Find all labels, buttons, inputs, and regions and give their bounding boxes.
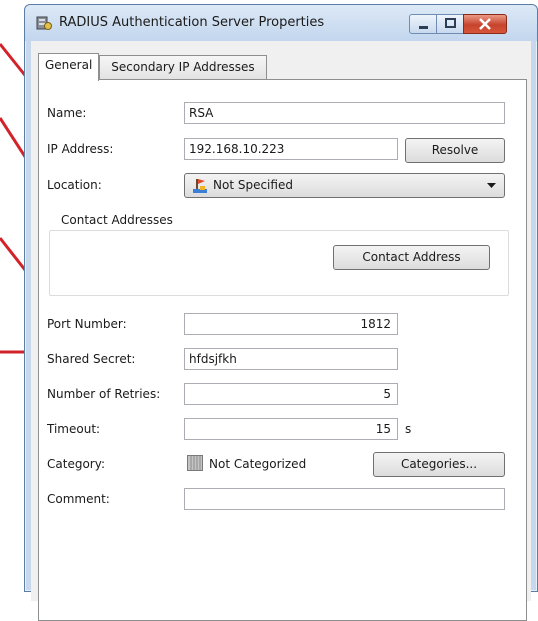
dialog-client-area: General Secondary IP Addresses Name: RSA…: [31, 41, 531, 621]
close-icon: [479, 18, 491, 30]
retries-label: Number of Retries:: [47, 387, 161, 401]
server-properties-icon: [36, 16, 52, 30]
general-tab-panel: Name: RSA IP Address: 192.168.10.223 Res…: [38, 79, 527, 621]
minimize-icon: [419, 26, 428, 29]
categories-button[interactable]: Categories...: [373, 452, 505, 477]
ip-address-field[interactable]: 192.168.10.223: [184, 138, 398, 160]
name-label: Name:: [47, 106, 87, 120]
category-swatch-icon: [187, 455, 203, 471]
location-value: Not Specified: [213, 178, 293, 192]
category-value: Not Categorized: [209, 457, 307, 471]
location-dropdown[interactable]: Not Specified: [184, 173, 505, 198]
location-label: Location:: [47, 178, 102, 192]
contact-addresses-group: Contact Address: [49, 230, 509, 296]
timeout-label: Timeout:: [47, 422, 101, 436]
contact-address-button[interactable]: Contact Address: [333, 245, 490, 270]
shared-secret-label: Shared Secret:: [47, 352, 136, 366]
timeout-unit: s: [405, 422, 412, 436]
properties-dialog: RADIUS Authentication Server Properties …: [24, 4, 538, 621]
port-number-label: Port Number:: [47, 317, 127, 331]
minimize-button[interactable]: [409, 14, 438, 34]
resolve-button[interactable]: Resolve: [405, 138, 505, 163]
shared-secret-field[interactable]: hfdsjfkh: [184, 348, 398, 370]
ip-address-label: IP Address:: [47, 142, 114, 156]
name-field[interactable]: RSA: [184, 102, 505, 124]
title-bar[interactable]: RADIUS Authentication Server Properties: [25, 5, 537, 41]
category-label: Category:: [47, 457, 105, 471]
comment-label: Comment:: [47, 492, 110, 506]
tab-secondary-ip-addresses[interactable]: Secondary IP Addresses: [99, 55, 267, 79]
window-title: RADIUS Authentication Server Properties: [59, 15, 325, 30]
chevron-down-icon: [487, 183, 496, 188]
location-pin-icon: [193, 179, 207, 193]
maximize-button[interactable]: [436, 14, 465, 34]
tab-general[interactable]: General: [38, 53, 100, 81]
maximize-icon: [445, 18, 456, 28]
port-number-field[interactable]: 1812: [184, 313, 398, 335]
retries-field[interactable]: 5: [184, 383, 398, 405]
contact-addresses-label: Contact Addresses: [61, 213, 173, 227]
close-button[interactable]: [463, 14, 507, 34]
timeout-field[interactable]: 15: [184, 418, 398, 440]
comment-field[interactable]: [184, 488, 505, 510]
